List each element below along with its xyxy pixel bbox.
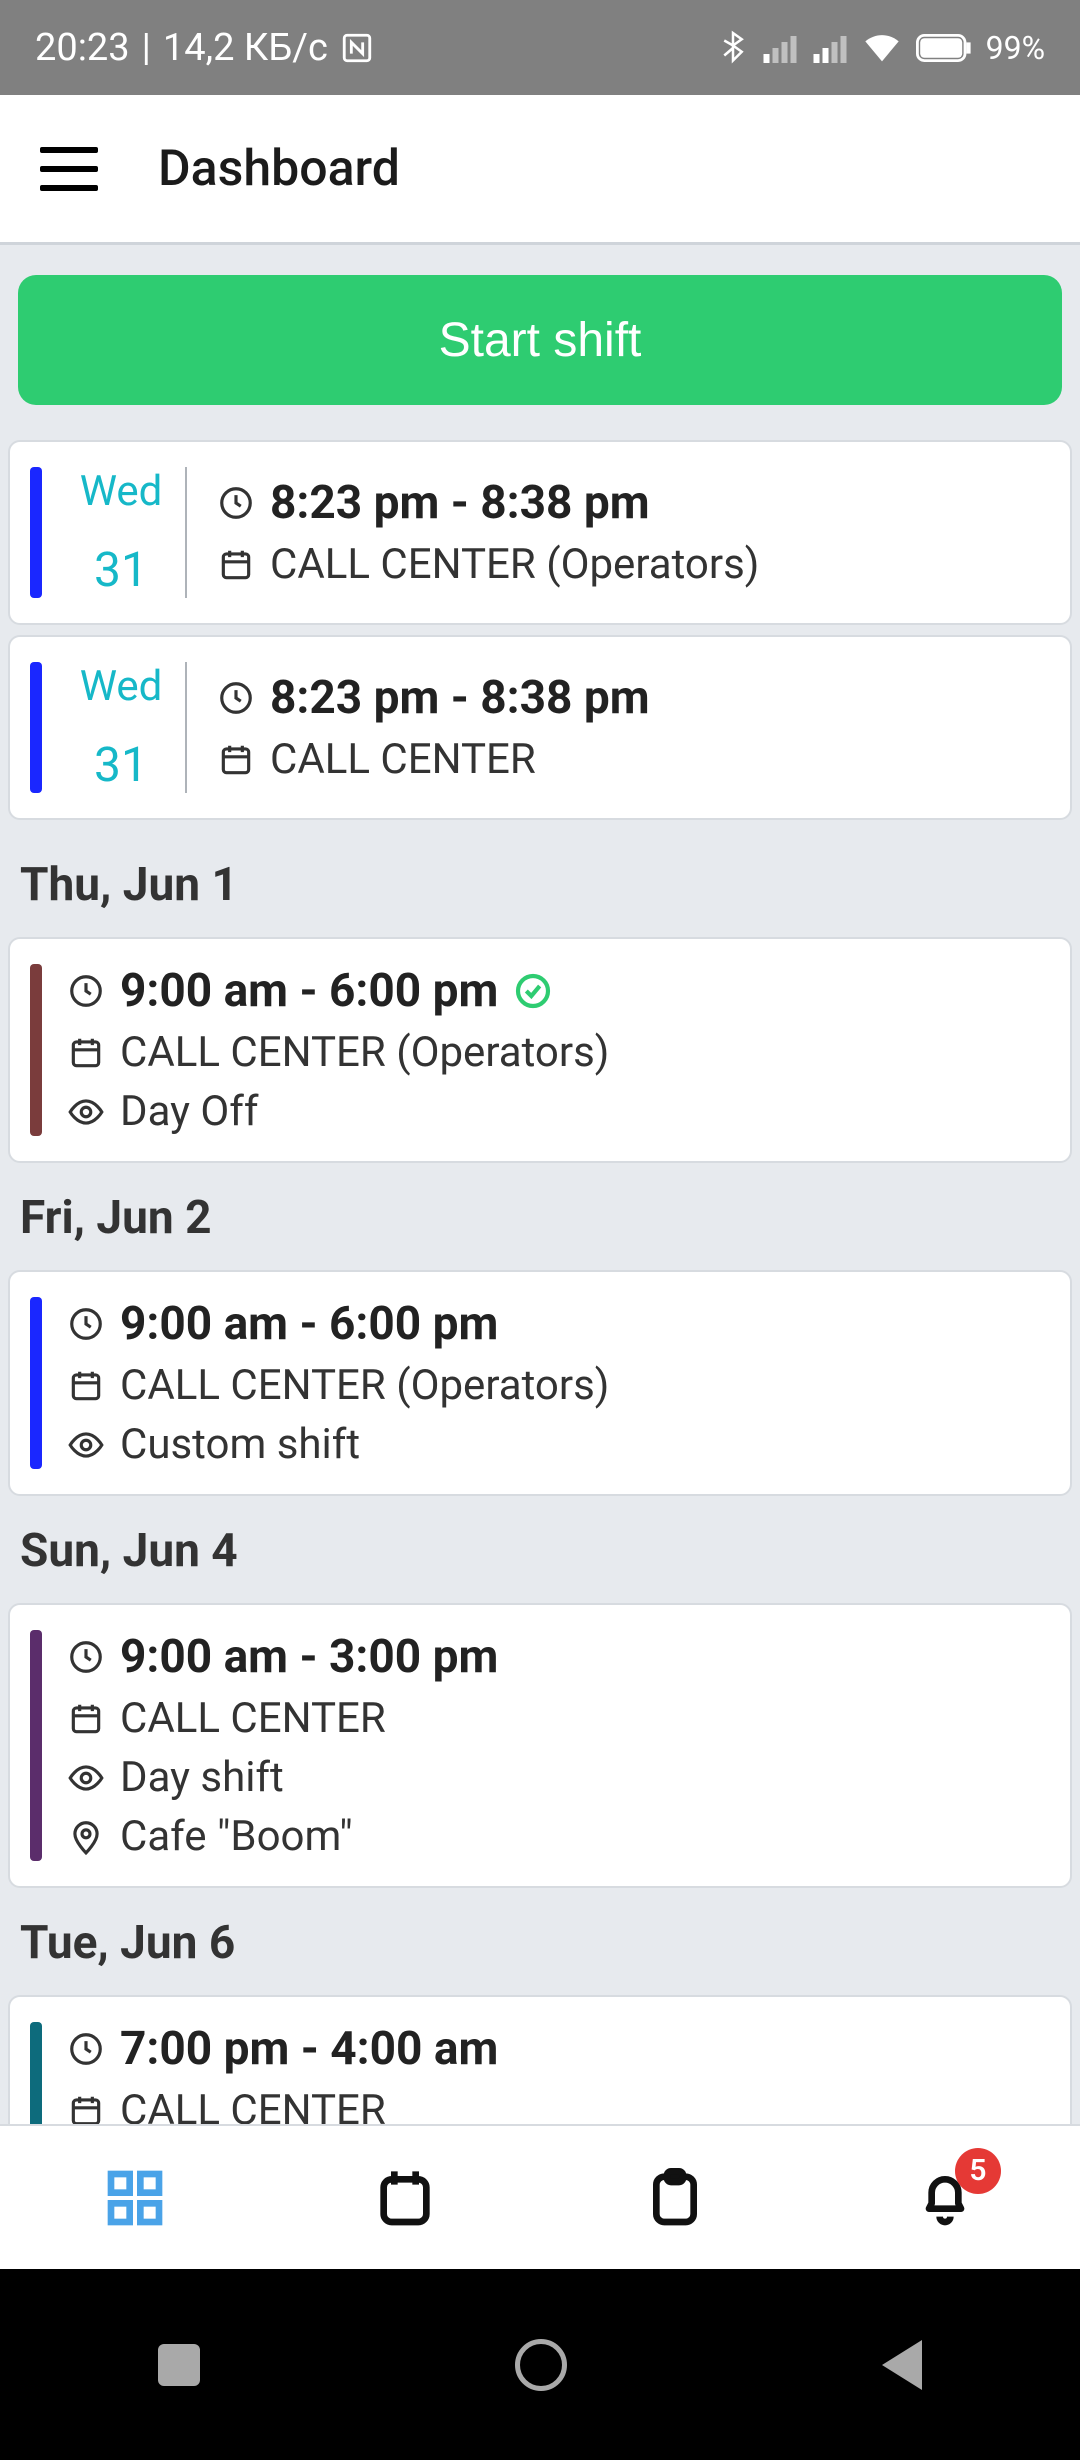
bottom-tab-bar: 5 <box>0 2124 1080 2269</box>
battery-icon <box>916 33 972 63</box>
shift-type: Day Off <box>120 1087 259 1136</box>
accent-bar <box>30 964 42 1136</box>
date-section-header: Sun, Jun 4 <box>0 1496 1080 1603</box>
day-number: 31 <box>94 736 148 793</box>
date-column: Wed 31 <box>67 467 187 598</box>
clock-icon <box>67 1638 105 1676</box>
shift-place: CALL CENTER (Operators) <box>270 540 759 589</box>
nav-recent-icon[interactable] <box>158 2344 200 2386</box>
accent-bar <box>30 662 42 793</box>
accent-bar <box>30 467 42 598</box>
shift-location: Cafe "Boom" <box>120 1812 353 1861</box>
status-left: 20:23 | 14,2 КБ/с <box>35 26 374 70</box>
accent-bar <box>30 2022 42 2124</box>
pin-icon <box>67 1818 105 1856</box>
shift-time: 7:00 pm - 4:00 am <box>120 2022 498 2076</box>
notification-badge: 5 <box>955 2148 1001 2194</box>
eye-icon <box>67 1759 105 1797</box>
clipboard-icon <box>643 2166 707 2230</box>
calendar-icon <box>217 741 255 779</box>
content-scroll[interactable]: Start shift Wed 31 8:23 pm - 8:38 pm CAL… <box>0 245 1080 2124</box>
date-section-header: Thu, Jun 1 <box>0 830 1080 937</box>
weekday-label: Wed <box>80 467 163 516</box>
shift-place: CALL CENTER <box>120 2086 386 2124</box>
nfc-icon <box>340 31 374 65</box>
shift-type: Day shift <box>120 1753 284 1802</box>
android-status-bar: 20:23 | 14,2 КБ/с 99% <box>0 0 1080 95</box>
shift-time: 9:00 am - 6:00 pm <box>120 1297 498 1351</box>
shift-time: 9:00 am - 3:00 pm <box>120 1630 498 1684</box>
signal-icon <box>812 33 848 63</box>
menu-icon[interactable] <box>40 147 98 191</box>
grid-icon <box>103 2166 167 2230</box>
status-right: 99% <box>718 29 1045 67</box>
calendar-icon <box>67 1367 105 1405</box>
calendar-icon <box>67 2092 105 2125</box>
tab-clipboard[interactable] <box>635 2158 715 2238</box>
eye-icon <box>67 1426 105 1464</box>
app-header: Dashboard <box>0 95 1080 245</box>
bluetooth-icon <box>718 30 748 66</box>
accent-bar <box>30 1297 42 1469</box>
clock-icon <box>217 679 255 717</box>
shift-time: 8:23 pm - 8:38 pm <box>270 476 650 530</box>
page-title: Dashboard <box>158 140 400 198</box>
date-column: Wed 31 <box>67 662 187 793</box>
shift-card[interactable]: 9:00 am - 6:00 pm CALL CENTER (Operators… <box>8 937 1072 1163</box>
accent-bar <box>30 1630 42 1861</box>
calendar-icon <box>217 546 255 584</box>
start-shift-button[interactable]: Start shift <box>18 275 1062 405</box>
shift-place: CALL CENTER (Operators) <box>120 1028 609 1077</box>
weekday-label: Wed <box>80 662 163 711</box>
battery-percent: 99% <box>986 29 1045 67</box>
shift-place: CALL CENTER <box>120 1694 386 1743</box>
tab-calendar[interactable] <box>365 2158 445 2238</box>
android-nav-bar <box>0 2269 1080 2460</box>
calendar-icon <box>373 2166 437 2230</box>
tab-notifications[interactable]: 5 <box>905 2158 985 2238</box>
shift-card[interactable]: Wed 31 8:23 pm - 8:38 pm CALL CENTER <box>8 635 1072 820</box>
clock-icon <box>67 972 105 1010</box>
shift-time: 8:23 pm - 8:38 pm <box>270 671 650 725</box>
shift-card[interactable]: 9:00 am - 3:00 pm CALL CENTER Day shift … <box>8 1603 1072 1888</box>
clock-icon <box>67 2030 105 2068</box>
shift-time: 9:00 am - 6:00 pm <box>120 964 498 1018</box>
eye-icon <box>67 1093 105 1131</box>
check-icon <box>513 971 553 1011</box>
shift-place: CALL CENTER <box>270 735 536 784</box>
status-time: 20:23 <box>35 26 130 70</box>
day-number: 31 <box>94 541 148 598</box>
date-section-header: Tue, Jun 6 <box>0 1888 1080 1995</box>
tab-dashboard[interactable] <box>95 2158 175 2238</box>
date-section-header: Fri, Jun 2 <box>0 1163 1080 1270</box>
nav-home-icon[interactable] <box>515 2339 567 2391</box>
signal-icon <box>762 33 798 63</box>
shift-card[interactable]: Wed 31 8:23 pm - 8:38 pm CALL CENTER (Op… <box>8 440 1072 625</box>
clock-icon <box>67 1305 105 1343</box>
calendar-icon <box>67 1034 105 1072</box>
shift-card[interactable]: 7:00 pm - 4:00 am CALL CENTER <box>8 1995 1072 2124</box>
shift-card[interactable]: 9:00 am - 6:00 pm CALL CENTER (Operators… <box>8 1270 1072 1496</box>
shift-type: Custom shift <box>120 1420 360 1469</box>
status-net-speed: 14,2 КБ/с <box>163 26 328 70</box>
clock-icon <box>217 484 255 522</box>
shift-place: CALL CENTER (Operators) <box>120 1361 609 1410</box>
nav-back-icon[interactable] <box>882 2340 922 2390</box>
wifi-icon <box>862 32 902 64</box>
calendar-icon <box>67 1700 105 1738</box>
